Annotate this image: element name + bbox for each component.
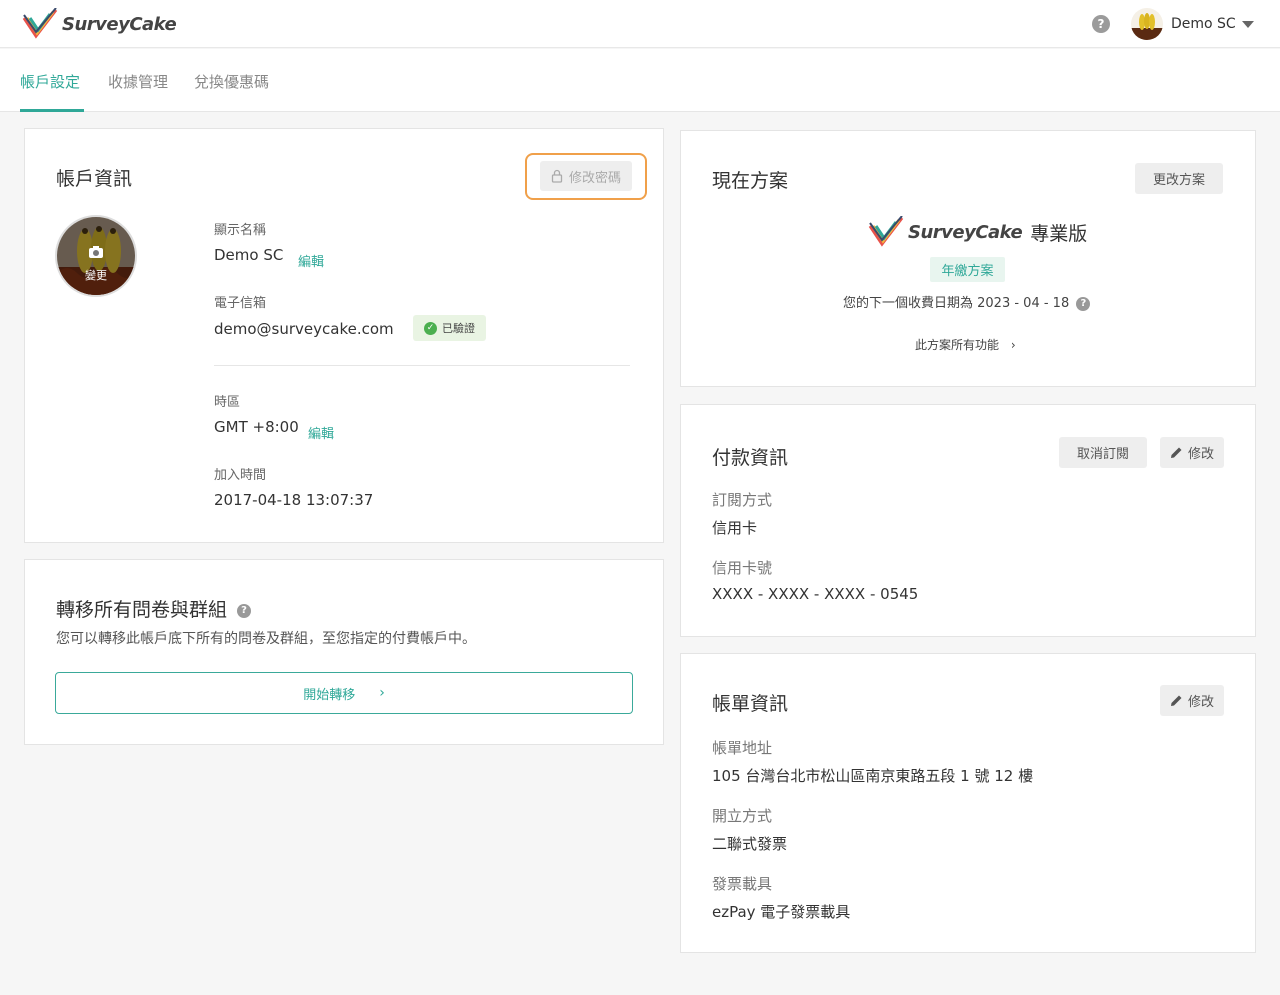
- tab-receipts[interactable]: 收據管理: [108, 71, 168, 92]
- billing-info-title: 帳單資訊: [712, 693, 789, 715]
- active-tab-indicator: [20, 109, 84, 112]
- change-plan-button[interactable]: 更改方案: [1135, 163, 1223, 194]
- user-avatar[interactable]: [1131, 8, 1163, 40]
- edit-display-name-link[interactable]: 編輯: [298, 251, 324, 270]
- next-billing-date: 您的下一個收費日期為 2023 - 04 - 18: [843, 296, 1070, 311]
- logo-check-icon: [22, 8, 58, 39]
- plan-logo: SurveyCake 專業版: [868, 216, 1087, 248]
- verified-badge: ✓ 已驗證: [413, 315, 486, 341]
- timezone-label: 時區: [214, 395, 241, 410]
- pencil-icon: [1170, 447, 1182, 458]
- change-password-label: 修改密碼: [568, 170, 621, 186]
- transfer-description: 您可以轉移此帳戶底下所有的問卷及群組，至您指定的付費帳戶中。: [56, 631, 476, 647]
- question-icon[interactable]: ?: [237, 603, 252, 618]
- lock-icon: [551, 169, 563, 183]
- top-bar: SurveyCake ? Demo SC: [0, 0, 1280, 48]
- invoice-carrier-label: 發票載具: [712, 875, 773, 893]
- transfer-title-text: 轉移所有問卷與群組: [56, 599, 228, 621]
- logo-text: SurveyCake: [62, 13, 177, 35]
- joined-value: 2017-04-18 13:07:37: [214, 491, 374, 509]
- annual-plan-badge: 年繳方案: [930, 257, 1005, 282]
- plan-edition: 專業版: [1030, 222, 1088, 245]
- invoice-type-value: 二聯式發票: [712, 835, 788, 853]
- card-number-label: 信用卡號: [712, 559, 773, 577]
- transfer-card: [24, 559, 664, 745]
- verified-label: 已驗證: [442, 322, 475, 335]
- account-info-title: 帳戶資訊: [56, 168, 133, 190]
- email-label: 電子信箱: [214, 296, 267, 311]
- check-circle-icon: ✓: [424, 321, 437, 335]
- help-icon[interactable]: ?: [1092, 15, 1110, 33]
- billing-address-label: 帳單地址: [712, 739, 773, 757]
- plan-logo-text: SurveyCake: [908, 221, 1023, 243]
- email-value: demo@surveycake.com: [214, 320, 394, 338]
- transfer-title: 轉移所有問卷與群組 ?: [56, 595, 252, 622]
- chevron-right-icon: ›: [1010, 338, 1016, 352]
- display-name-label: 顯示名稱: [214, 223, 267, 238]
- logo-check-icon: [868, 216, 904, 247]
- section-divider: [214, 365, 630, 366]
- display-name-value: Demo SC: [214, 246, 284, 264]
- subscription-method-label: 訂閱方式: [712, 491, 773, 509]
- tab-redeem-coupon[interactable]: 兌換優惠碼: [194, 71, 269, 92]
- tab-account-settings[interactable]: 帳戶設定: [20, 71, 80, 92]
- start-transfer-button[interactable]: 開始轉移 ›: [55, 672, 633, 714]
- plan-features-label: 此方案所有功能: [915, 338, 1000, 352]
- avatar-change-label[interactable]: 變更: [80, 267, 112, 283]
- cancel-subscription-button[interactable]: 取消訂閱: [1059, 437, 1147, 468]
- edit-payment-button[interactable]: 修改: [1160, 437, 1224, 468]
- current-plan-title: 現在方案: [712, 170, 789, 192]
- change-password-button[interactable]: 修改密碼: [540, 161, 632, 191]
- subscription-method-value: 信用卡: [712, 519, 758, 537]
- start-transfer-label: 開始轉移: [303, 687, 356, 703]
- invoice-carrier-value: ezPay 電子發票載具: [712, 903, 851, 921]
- edit-billing-button[interactable]: 修改: [1160, 685, 1224, 716]
- plan-features-link[interactable]: 此方案所有功能 ›: [915, 336, 1016, 353]
- question-icon[interactable]: ?: [1076, 296, 1091, 311]
- pencil-icon: [1170, 695, 1182, 706]
- camera-icon: [89, 246, 103, 258]
- edit-payment-label: 修改: [1187, 447, 1214, 462]
- card-number-value: XXXX - XXXX - XXXX - 0545: [712, 585, 919, 603]
- edit-billing-label: 修改: [1187, 695, 1214, 710]
- invoice-type-label: 開立方式: [712, 807, 773, 825]
- chevron-right-icon: ›: [379, 685, 385, 701]
- next-billing-text: 您的下一個收費日期為 2023 - 04 - 18 ?: [843, 292, 1091, 311]
- joined-label: 加入時間: [214, 468, 267, 483]
- user-name[interactable]: Demo SC: [1171, 16, 1236, 32]
- caret-down-icon[interactable]: [1242, 21, 1254, 28]
- payment-info-title: 付款資訊: [712, 447, 789, 469]
- billing-address-value: 105 台灣台北市松山區南京東路五段 1 號 12 樓: [712, 767, 1034, 785]
- surveycake-logo[interactable]: SurveyCake: [22, 8, 177, 40]
- timezone-value: GMT +8:00: [214, 418, 299, 436]
- edit-timezone-link[interactable]: 編輯: [308, 423, 334, 442]
- tab-bar: 帳戶設定 收據管理 兌換優惠碼: [0, 49, 1280, 112]
